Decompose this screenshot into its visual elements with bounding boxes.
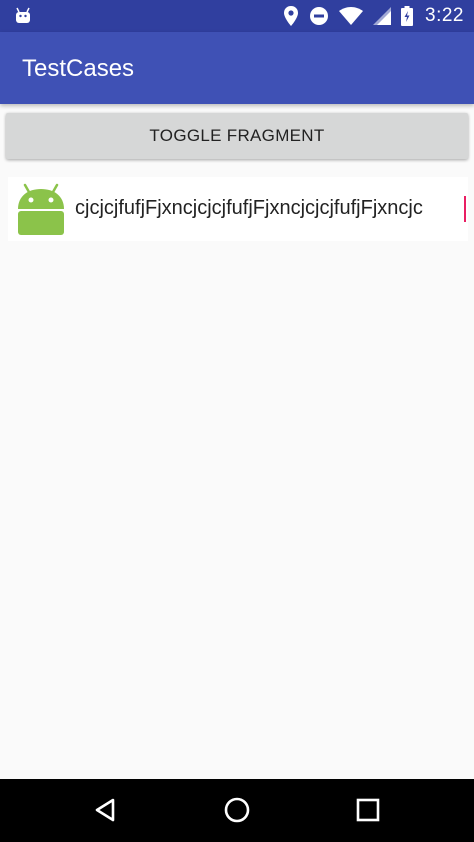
status-bar: 3:22 — [0, 0, 474, 32]
text-cursor — [464, 196, 466, 222]
home-icon[interactable] — [222, 795, 252, 825]
signal-icon — [373, 7, 392, 25]
wifi-icon — [339, 7, 364, 25]
do-not-disturb-icon — [310, 7, 329, 25]
navigation-bar — [0, 779, 474, 842]
battery-icon — [401, 6, 414, 26]
toggle-fragment-button[interactable]: TOGGLE FRAGMENT — [6, 113, 468, 159]
android-notification-icon — [16, 7, 30, 23]
item-text-field[interactable]: cjcjcjfufjFjxncjcjcjfufjFjxncjcjcjfufjFj… — [75, 197, 465, 220]
recents-icon[interactable] — [353, 795, 383, 825]
status-time: 3:22 — [425, 5, 464, 26]
back-icon[interactable] — [91, 795, 121, 825]
android-robot-icon — [18, 183, 64, 235]
list-item[interactable]: cjcjcjfufjFjxncjcjcjfufjFjxncjcjcjfufjFj… — [8, 177, 468, 241]
app-bar: TestCases — [0, 32, 474, 104]
location-icon — [284, 6, 299, 26]
app-title: TestCases — [22, 55, 135, 82]
